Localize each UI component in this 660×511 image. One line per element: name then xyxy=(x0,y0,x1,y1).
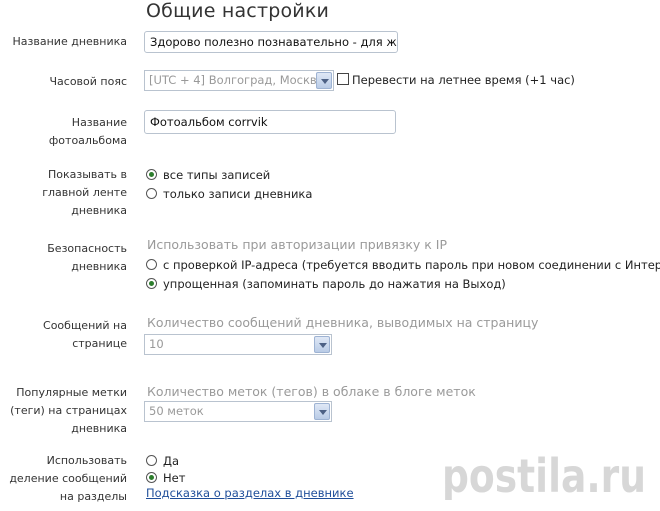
page-title: Общие настройки xyxy=(146,0,330,22)
radio-selected-icon[interactable] xyxy=(146,472,157,483)
timezone-selected: [UTC + 4] Волгоград, Москва, xyxy=(149,73,328,87)
popular-tags-select[interactable]: 50 меток xyxy=(144,401,332,422)
watermark-text: postila.ru xyxy=(442,452,646,500)
security-option-ip-check[interactable]: с проверкой IP-адреса (требуется вводить… xyxy=(146,257,660,273)
radio-icon[interactable] xyxy=(146,455,157,466)
dst-label: Перевести на летнее время (+1 час) xyxy=(352,73,575,87)
chevron-down-icon xyxy=(316,72,332,89)
postila-watermark: postila.ru xyxy=(442,452,646,500)
sections-label: Использовать деление сообщений на раздел… xyxy=(9,454,127,503)
timezone-select[interactable]: [UTC + 4] Волгоград, Москва, xyxy=(144,70,334,91)
posts-per-page-select[interactable]: 10 xyxy=(144,334,332,355)
main-feed-option-all[interactable]: все типы записей xyxy=(146,167,270,183)
album-name-input[interactable]: Фотоальбом corrvik xyxy=(144,110,396,134)
radio-selected-icon[interactable] xyxy=(146,169,157,180)
radio-selected-icon[interactable] xyxy=(146,278,157,289)
dst-checkbox[interactable] xyxy=(337,73,349,85)
radio-icon[interactable] xyxy=(146,188,157,199)
security-label: Безопасность дневника xyxy=(47,242,127,273)
album-name-label: Название фотоальбома xyxy=(48,116,127,147)
security-option-simplified[interactable]: упрощенная (запоминать пароль до нажатия… xyxy=(146,276,506,292)
popular-tags-hint: Количество меток (тегов) в облаке в блог… xyxy=(147,384,476,399)
radio-icon[interactable] xyxy=(146,259,157,270)
posts-per-page-hint: Количество сообщений дневника, выводимых… xyxy=(147,315,539,330)
popular-tags-label: Популярные метки (теги) на страницах дне… xyxy=(10,386,127,435)
sections-option-yes[interactable]: Да xyxy=(146,453,179,469)
chevron-down-icon xyxy=(314,403,330,420)
main-feed-label: Показывать в главной ленте дневника xyxy=(42,168,127,217)
security-hint: Использовать при авторизации привязку к … xyxy=(147,237,448,252)
main-feed-option-diary[interactable]: только записи дневника xyxy=(146,186,312,202)
diary-name-input[interactable]: Здорово полезно познавательно - для жизн… xyxy=(144,31,398,53)
posts-per-page-label: Сообщений на странице xyxy=(43,319,127,350)
sections-option-no[interactable]: Нет xyxy=(146,470,185,486)
chevron-down-icon xyxy=(314,336,330,353)
posts-per-page-selected: 10 xyxy=(149,337,164,351)
popular-tags-selected: 50 меток xyxy=(149,404,204,418)
dst-toggle[interactable]: Перевести на летнее время (+1 час) xyxy=(337,72,575,88)
sections-help-link[interactable]: Подсказка о разделах в дневнике xyxy=(146,486,354,500)
timezone-label: Часовой пояс xyxy=(49,75,127,88)
diary-name-label: Название дневника xyxy=(12,35,127,48)
